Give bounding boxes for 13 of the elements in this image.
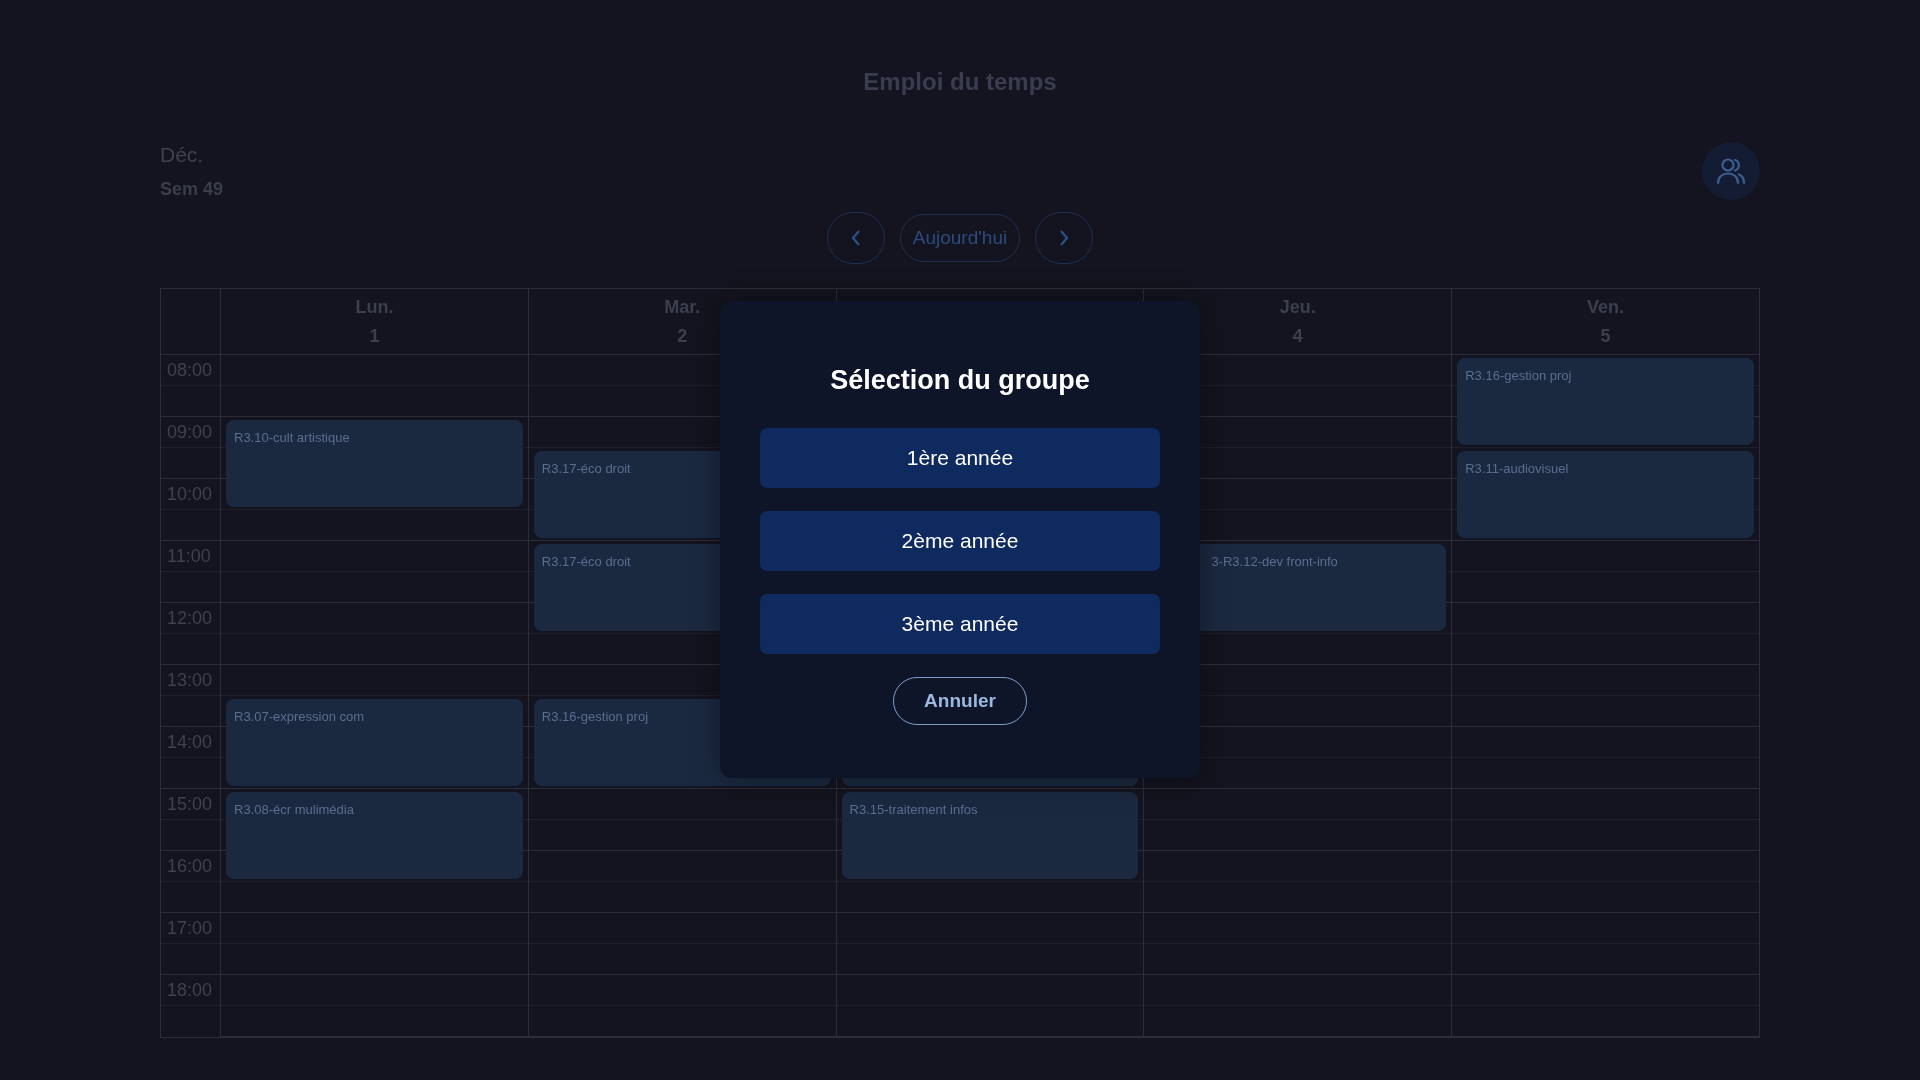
chevron-left-icon (849, 229, 862, 247)
year-option-button[interactable]: 3ème année (760, 594, 1160, 654)
event-block[interactable]: R3.15-traitement infos (841, 792, 1139, 879)
event-block[interactable]: R3.08-écr mulimédia (226, 792, 523, 879)
event-block[interactable]: R3.16-gestion proj (1457, 358, 1754, 445)
year-option-button[interactable]: 2ème année (760, 511, 1160, 571)
event-block[interactable]: R3.11-audiovisuel (1457, 451, 1754, 538)
year-option-button[interactable]: 1ère année (760, 428, 1160, 488)
dialog-title: Sélection du groupe (830, 365, 1090, 396)
users-icon (1716, 156, 1746, 186)
chevron-right-icon (1058, 229, 1071, 247)
event-block[interactable]: R3.07-expression com (226, 699, 523, 786)
event-block[interactable]: R3.10-cult artistique (226, 420, 523, 507)
